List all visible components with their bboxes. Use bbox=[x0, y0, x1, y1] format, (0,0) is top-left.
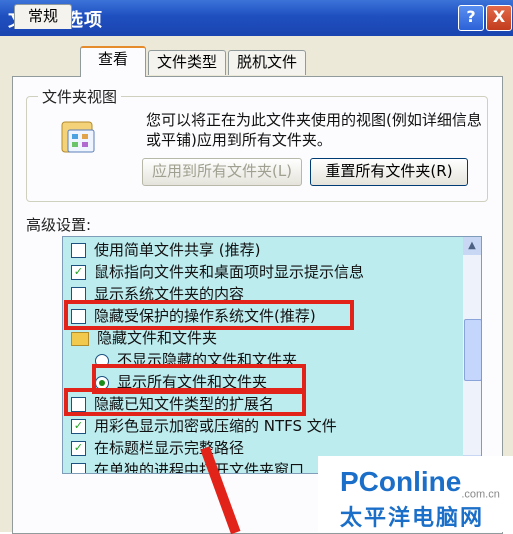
scrollbar-thumb[interactable] bbox=[464, 319, 481, 381]
option-group-hidden-files: 隐藏文件和文件夹 bbox=[71, 327, 217, 349]
option-color-ntfs[interactable]: ✓ 用彩色显示加密或压缩的 NTFS 文件 bbox=[71, 415, 337, 437]
highlight-box bbox=[64, 300, 354, 330]
pconline-watermark-logo: PConline.com.cn 太平洋电脑网 bbox=[318, 456, 513, 532]
folder-view-label: 文件夹视图 bbox=[38, 86, 122, 107]
help-button[interactable]: ? bbox=[458, 5, 484, 31]
watermark-brand: PConline.com.cn bbox=[340, 466, 500, 501]
option-label: 在标题栏显示完整路径 bbox=[94, 439, 245, 457]
title-bar[interactable]: 文件夹选项 ? X bbox=[0, 0, 513, 36]
tab-view[interactable]: 查看 bbox=[80, 46, 146, 77]
reset-all-folders-button[interactable]: 重置所有文件夹(R) bbox=[310, 158, 468, 186]
option-label: 隐藏文件和文件夹 bbox=[97, 329, 218, 347]
close-button[interactable]: X bbox=[486, 5, 512, 31]
option-label: 在单独的进程中打开文件夹窗口 bbox=[94, 461, 305, 474]
highlight-box bbox=[64, 388, 306, 416]
checkbox-checked[interactable]: ✓ bbox=[71, 419, 86, 434]
folder-view-description: 您可以将正在为此文件夹使用的视图(例如详细信息或平铺)应用到所有文件夹。 bbox=[146, 111, 482, 149]
vertical-scrollbar[interactable]: ▲ ▼ bbox=[463, 237, 481, 473]
option-label: 鼠标指向文件夹和桌面项时显示提示信息 bbox=[94, 263, 365, 281]
tab-general[interactable]: 常规 bbox=[14, 4, 72, 29]
option-simple-file-sharing[interactable]: 使用简单文件共享 (推荐) bbox=[71, 239, 260, 261]
option-label: 用彩色显示加密或压缩的 NTFS 文件 bbox=[94, 417, 337, 435]
option-show-popup-tips[interactable]: ✓ 鼠标指向文件夹和桌面项时显示提示信息 bbox=[71, 261, 364, 283]
watermark-cn: 太平洋电脑网 bbox=[340, 506, 485, 531]
checkbox-checked[interactable]: ✓ bbox=[71, 265, 86, 280]
folder-options-window: 文件夹选项 ? X 常规 查看 文件类型 脱机文件 文件夹视图 您可以将正在为此… bbox=[0, 0, 513, 534]
option-full-path-title-bar[interactable]: ✓ 在标题栏显示完整路径 bbox=[71, 437, 244, 459]
tab-file-types[interactable]: 文件类型 bbox=[148, 50, 226, 75]
checkbox-checked[interactable]: ✓ bbox=[71, 441, 86, 456]
option-separate-process[interactable]: 在单独的进程中打开文件夹窗口 bbox=[71, 459, 305, 474]
scroll-up-icon[interactable]: ▲ bbox=[463, 237, 481, 255]
advanced-settings-label: 高级设置: bbox=[26, 216, 92, 234]
option-label: 使用简单文件共享 (推荐) bbox=[94, 241, 261, 259]
checkbox[interactable] bbox=[71, 243, 86, 258]
apply-to-all-folders-button[interactable]: 应用到所有文件夹(L) bbox=[142, 158, 302, 186]
checkbox[interactable] bbox=[71, 463, 86, 473]
advanced-settings-list[interactable]: 使用简单文件共享 (推荐) ✓ 鼠标指向文件夹和桌面项时显示提示信息 显示系统文件… bbox=[62, 236, 482, 474]
folder-icon bbox=[71, 331, 89, 346]
folder-view-icon bbox=[61, 121, 95, 153]
tab-offline-files[interactable]: 脱机文件 bbox=[228, 50, 306, 75]
